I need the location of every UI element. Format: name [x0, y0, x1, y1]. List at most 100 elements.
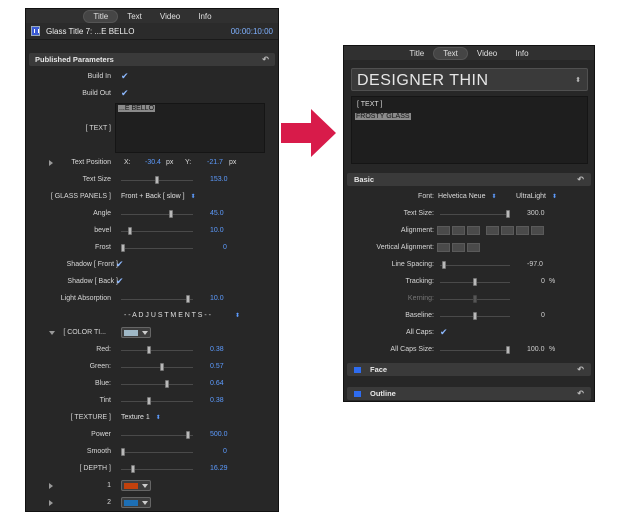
popup-arrows-icon[interactable]: ⬍	[235, 312, 240, 319]
text-input[interactable]: ...E BELLO	[115, 103, 265, 153]
tab-title[interactable]: Title	[83, 9, 119, 23]
slider-thumb[interactable]	[131, 465, 135, 473]
slider-thumb[interactable]	[165, 380, 169, 388]
depth-value[interactable]: 16.29	[210, 465, 228, 472]
disclosure-triangle-icon[interactable]	[49, 483, 53, 489]
color-well[interactable]	[121, 327, 151, 338]
slider-thumb[interactable]	[186, 431, 190, 439]
slider-thumb[interactable]	[442, 261, 446, 269]
line-spacing-value[interactable]: -97.0	[527, 261, 543, 268]
shadow-back-checkbox[interactable]: ✔	[116, 277, 124, 286]
color-well[interactable]	[121, 497, 151, 508]
tab-video[interactable]: Video	[151, 11, 189, 22]
green-slider[interactable]	[121, 363, 193, 371]
font-weight-popup[interactable]: UltraLight ⬍	[516, 193, 557, 200]
tab-title[interactable]: Title	[400, 48, 433, 59]
tab-text[interactable]: Text	[118, 11, 151, 22]
all-caps-checkbox[interactable]: ✔	[440, 328, 448, 337]
texture-popup[interactable]: Texture 1 ⬍	[121, 414, 161, 421]
font-preset-dropdown[interactable]: DESIGNER THIN ⬍	[351, 68, 588, 91]
smooth-slider[interactable]	[121, 448, 193, 456]
red-slider[interactable]	[121, 346, 193, 354]
tracking-slider[interactable]	[440, 278, 510, 286]
baseline-value[interactable]: 0	[541, 312, 545, 319]
smooth-value[interactable]: 0	[223, 448, 227, 455]
text-size-value[interactable]: 153.0	[210, 176, 228, 183]
build-in-checkbox[interactable]: ✔	[121, 72, 129, 81]
slider-thumb[interactable]	[506, 346, 510, 354]
face-enable-checkbox[interactable]	[354, 366, 361, 373]
frost-slider[interactable]	[121, 244, 193, 252]
disclosure-triangle-icon[interactable]	[49, 331, 55, 335]
outline-enable-checkbox[interactable]	[354, 390, 361, 397]
frost-value[interactable]: 0	[223, 244, 227, 251]
text-size-slider[interactable]	[440, 210, 510, 218]
disclosure-triangle-icon[interactable]	[49, 160, 53, 166]
build-out-checkbox[interactable]: ✔	[121, 89, 129, 98]
justify-left-icon[interactable]	[486, 226, 499, 235]
tab-info[interactable]: Info	[189, 11, 220, 22]
slider-thumb[interactable]	[121, 448, 125, 456]
slider-thumb[interactable]	[147, 397, 151, 405]
slider-thumb[interactable]	[147, 346, 151, 354]
align-top-icon[interactable]	[437, 243, 450, 252]
reset-icon[interactable]: ↶	[577, 365, 584, 374]
slider-thumb[interactable]	[155, 176, 159, 184]
tracking-value[interactable]: 0	[541, 278, 545, 285]
reset-icon[interactable]: ↶	[577, 175, 584, 184]
text-size-value[interactable]: 300.0	[527, 210, 545, 217]
slider-thumb[interactable]	[169, 210, 173, 218]
slider-thumb[interactable]	[160, 363, 164, 371]
align-middle-icon[interactable]	[452, 243, 465, 252]
tab-text[interactable]: Text	[433, 46, 468, 60]
disclosure-triangle-icon[interactable]	[49, 500, 53, 506]
blue-slider[interactable]	[121, 380, 193, 388]
reset-icon[interactable]: ↶	[262, 55, 269, 64]
blue-value[interactable]: 0.64	[210, 380, 224, 387]
align-bottom-icon[interactable]	[467, 243, 480, 252]
x-value[interactable]: -30.4	[145, 159, 161, 166]
color-well[interactable]	[121, 480, 151, 491]
y-value[interactable]: -21.7	[207, 159, 223, 166]
text-input[interactable]: [ TEXT ] FROSTY GLASS	[351, 96, 588, 164]
power-slider[interactable]	[121, 431, 193, 439]
tint-slider[interactable]	[121, 397, 193, 405]
font-family-popup[interactable]: Helvetica Neue ⬍	[438, 193, 497, 200]
slider-thumb[interactable]	[506, 210, 510, 218]
tab-info[interactable]: Info	[506, 48, 537, 59]
outline-section-header[interactable]: Outline ↶	[347, 387, 591, 400]
slider-thumb[interactable]	[121, 244, 125, 252]
justify-center-icon[interactable]	[501, 226, 514, 235]
slider-thumb[interactable]	[186, 295, 190, 303]
justify-full-icon[interactable]	[531, 226, 544, 235]
all-caps-size-slider[interactable]	[440, 346, 510, 354]
face-section-header[interactable]: Face ↶	[347, 363, 591, 376]
justify-right-icon[interactable]	[516, 226, 529, 235]
red-value[interactable]: 0.38	[210, 346, 224, 353]
slider-thumb[interactable]	[473, 312, 477, 320]
light-absorption-slider[interactable]	[121, 295, 193, 303]
align-left-icon[interactable]	[437, 226, 450, 235]
bevel-slider[interactable]	[121, 227, 193, 235]
angle-value[interactable]: 45.0	[210, 210, 224, 217]
align-right-icon[interactable]	[467, 226, 480, 235]
basic-section-header[interactable]: Basic ↶	[347, 173, 591, 186]
text-size-slider[interactable]	[121, 176, 193, 184]
slider-thumb[interactable]	[128, 227, 132, 235]
tab-video[interactable]: Video	[468, 48, 506, 59]
shadow-front-checkbox[interactable]: ✔	[116, 260, 124, 269]
angle-slider[interactable]	[121, 210, 193, 218]
glass-panels-popup[interactable]: Front + Back [ slow ] ⬍	[121, 193, 196, 200]
line-spacing-slider[interactable]	[440, 261, 510, 269]
slider-thumb[interactable]	[473, 278, 477, 286]
align-center-icon[interactable]	[452, 226, 465, 235]
baseline-slider[interactable]	[440, 312, 510, 320]
green-value[interactable]: 0.57	[210, 363, 224, 370]
published-parameters-header[interactable]: Published Parameters ↶	[29, 53, 275, 66]
light-absorption-value[interactable]: 10.0	[210, 295, 224, 302]
all-caps-size-value[interactable]: 100.0	[527, 346, 545, 353]
depth-slider[interactable]	[121, 465, 193, 473]
reset-icon[interactable]: ↶	[577, 389, 584, 398]
power-value[interactable]: 500.0	[210, 431, 228, 438]
tint-value[interactable]: 0.38	[210, 397, 224, 404]
